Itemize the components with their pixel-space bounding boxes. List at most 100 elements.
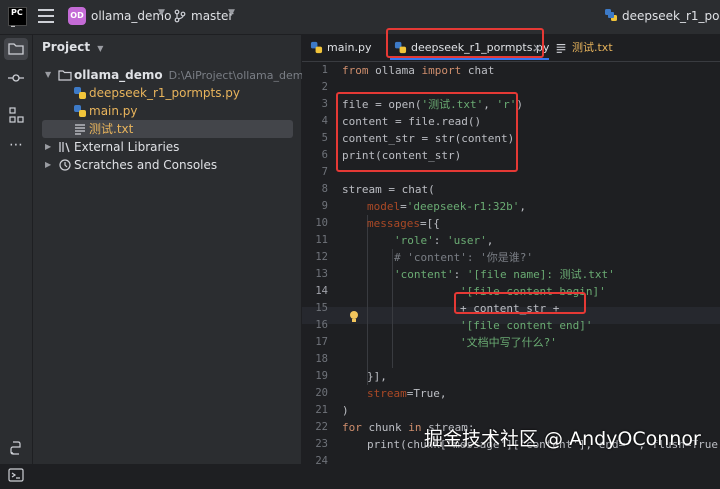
- root-folder-path: D:\AiProject\ollama_demo: [168, 69, 311, 82]
- code-line-17: '文档中写了什么?': [460, 336, 557, 349]
- file-name: deepseek_r1_pormpts.py: [89, 86, 241, 100]
- project-panel: Project ▼ ▼ ollama_demo D:\AiProject\olla…: [33, 35, 310, 464]
- project-panel-header[interactable]: Project ▼: [42, 40, 103, 54]
- python-file-icon: [605, 9, 617, 21]
- code-line-12-comment: # 'content': '你是谁?': [394, 251, 533, 264]
- line-number: 6: [321, 149, 328, 161]
- tool-window-strip: ⋯: [0, 35, 33, 482]
- file-name: main.py: [89, 104, 138, 118]
- code-line-13: 'content': '[file name]: 测试.txt': [394, 268, 615, 281]
- structure-icon: [9, 107, 24, 123]
- terminal-icon: [8, 468, 24, 482]
- branch-chevron-down-icon[interactable]: ▼: [228, 8, 235, 18]
- code-line-8: stream = chat(: [342, 183, 435, 196]
- file-name: 测试.txt: [89, 122, 134, 136]
- highlight-box-content-str: [454, 292, 586, 314]
- commit-tool-button[interactable]: [6, 68, 26, 88]
- more-icon[interactable]: ⋯: [6, 137, 26, 157]
- branch-icon: [174, 9, 186, 23]
- external-libraries-label: External Libraries: [74, 140, 180, 154]
- chevron-down-icon: ▼: [97, 44, 104, 53]
- line-number: 11: [315, 234, 328, 246]
- line-number: 23: [315, 438, 328, 450]
- line-number: 19: [315, 370, 328, 382]
- tree-file-row[interactable]: deepseek_r1_pormpts.py: [33, 84, 301, 102]
- project-chevron-down-icon[interactable]: ▼: [158, 8, 165, 18]
- folder-icon: [58, 70, 72, 81]
- tab-main-py[interactable]: main.py: [310, 35, 380, 61]
- library-icon: [59, 142, 70, 153]
- line-number: 8: [321, 183, 328, 195]
- structure-tool-button[interactable]: [6, 105, 26, 125]
- tree-scratches[interactable]: ▶ Scratches and Consoles: [33, 156, 301, 174]
- line-number: 18: [315, 353, 328, 365]
- code-line-21: ): [342, 404, 349, 417]
- python-file-icon: [74, 87, 86, 99]
- commit-icon: [8, 74, 24, 82]
- project-panel-title: Project: [42, 40, 91, 54]
- python-file-icon: [74, 105, 86, 117]
- folder-icon: [8, 43, 24, 55]
- line-number-gutter: 1 2 3 4 5 6 7 8 9 10 11 12 13 14 15 16 1…: [302, 61, 338, 467]
- highlight-box-active-tab: [386, 28, 544, 58]
- highlight-box-file-read: [336, 92, 518, 172]
- line-number: 22: [315, 421, 328, 433]
- line-number: 5: [321, 132, 328, 144]
- branch-name[interactable]: master: [191, 9, 233, 23]
- line-number: 2: [321, 81, 328, 93]
- text-file-icon: [556, 44, 566, 53]
- run-config-name[interactable]: deepseek_r1_pormpts: [622, 9, 720, 23]
- root-folder-label: ollama_demo D:\AiProject\ollama_demo: [74, 66, 310, 85]
- line-number: 9: [321, 200, 328, 212]
- vertical-scrollbar[interactable]: [712, 61, 720, 464]
- expand-arrow-icon[interactable]: ▶: [45, 138, 51, 156]
- line-number: 13: [315, 268, 328, 280]
- code-line-16: '[file content end]': [460, 319, 593, 332]
- text-file-icon: [75, 124, 85, 135]
- code-line-9: model='deepseek-r1:32b',: [367, 200, 526, 213]
- line-number: 12: [315, 251, 328, 263]
- tree-file-row[interactable]: main.py: [33, 102, 301, 120]
- tab-label: main.py: [327, 41, 372, 54]
- line-number: 17: [315, 336, 328, 348]
- main-menu-icon[interactable]: [38, 9, 54, 23]
- title-bar: PC _ OD ollama_demo ▼ master ▼ deepseek_…: [0, 0, 720, 35]
- python-file-icon: [310, 41, 323, 54]
- line-number: 21: [315, 404, 328, 416]
- line-number: 10: [315, 217, 328, 229]
- logo-underscore: _: [11, 18, 15, 27]
- python-console-tool-button[interactable]: [6, 438, 26, 458]
- line-number: 7: [321, 166, 328, 178]
- code-line-11: 'role': 'user',: [394, 234, 494, 247]
- line-number: 16: [315, 319, 328, 331]
- code-line-10: messages=[{: [367, 217, 440, 230]
- editor-area: main.py deepseek_r1_pormpts.py × 测试.txt …: [302, 35, 720, 467]
- pycharm-logo-icon[interactable]: PC _: [8, 7, 27, 27]
- code-line-19: }],: [367, 370, 387, 383]
- project-badge[interactable]: OD: [68, 7, 86, 25]
- watermark: 掘金技术社区 @ AndyOConnor: [424, 428, 701, 450]
- active-tab-indicator: [390, 58, 549, 60]
- line-number: 20: [315, 387, 328, 399]
- expand-arrow-icon[interactable]: ▼: [45, 66, 51, 84]
- line-number-current: 14: [315, 285, 328, 297]
- tab-label: 测试.txt: [572, 41, 613, 54]
- line-number: 3: [321, 98, 328, 110]
- code-line-1: from ollama import chat: [342, 64, 495, 77]
- scratches-icon: [59, 159, 71, 171]
- tree-external-libraries[interactable]: ▶ External Libraries: [33, 138, 301, 156]
- expand-arrow-icon[interactable]: ▶: [45, 156, 51, 174]
- tree-root-folder[interactable]: ▼ ollama_demo D:\AiProject\ollama_demo: [33, 66, 310, 84]
- scratches-label: Scratches and Consoles: [74, 158, 218, 172]
- code-line-20: stream=True,: [367, 387, 447, 400]
- line-number: 15: [315, 302, 328, 314]
- terminal-tool-button[interactable]: [6, 465, 26, 485]
- line-number: 1: [321, 64, 328, 76]
- tab-test-txt[interactable]: 测试.txt: [555, 35, 625, 61]
- python-console-icon: [10, 441, 21, 455]
- project-tool-button[interactable]: [4, 38, 28, 60]
- line-number: 4: [321, 115, 328, 127]
- line-number: 24: [315, 455, 328, 467]
- root-folder-name: ollama_demo: [74, 68, 163, 82]
- tree-file-row-selected[interactable]: 测试.txt: [42, 120, 293, 138]
